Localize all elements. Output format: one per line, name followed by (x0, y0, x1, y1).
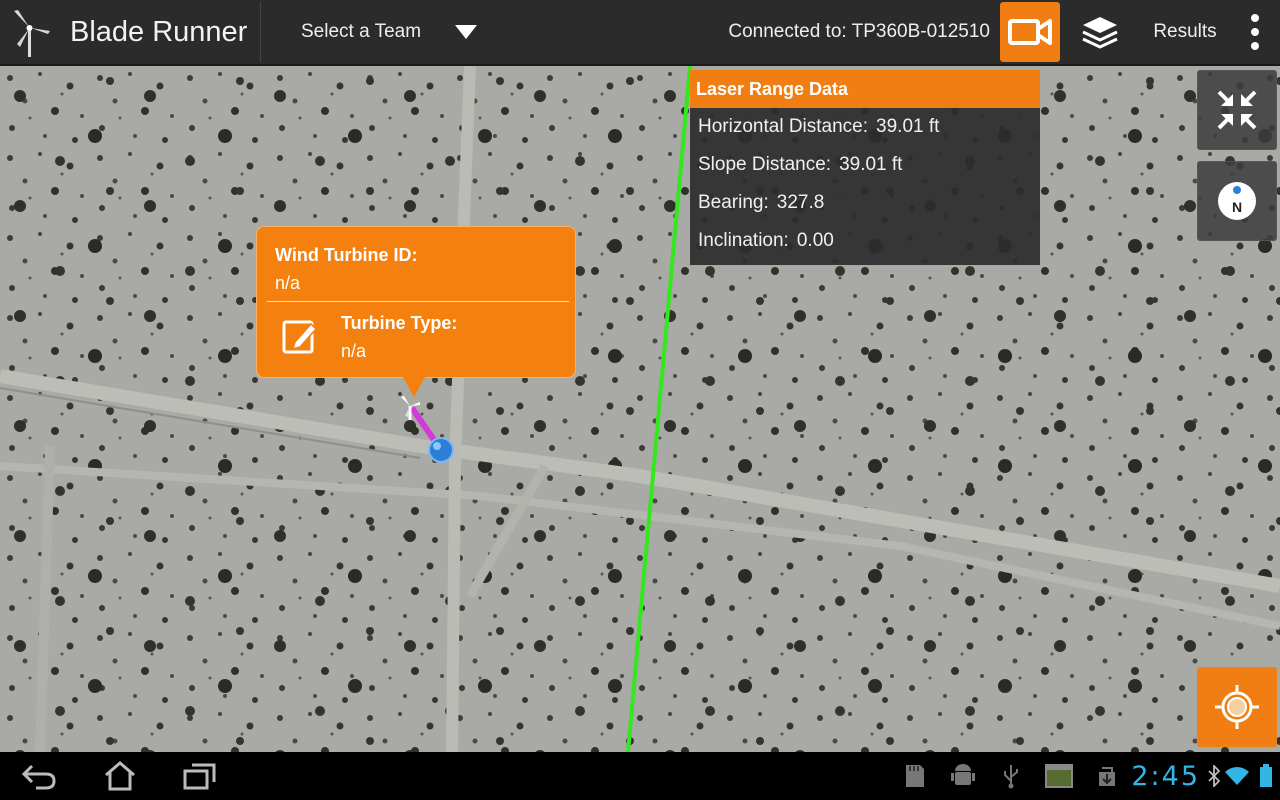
satellite-map[interactable]: Wind Turbine ID: n/a Turbine Type: n/a N (0, 66, 1280, 752)
layers-button[interactable] (1060, 0, 1140, 65)
row-label: Inclination: (698, 230, 789, 251)
laser-range-panel: Laser Range Data Horizontal Distance: 39… (690, 70, 1040, 265)
map-imagery (0, 66, 1280, 752)
sd-card-icon (891, 752, 939, 800)
back-icon[interactable] (0, 752, 80, 800)
turbine-type-label: Turbine Type: (341, 313, 458, 333)
video-camera-icon (1008, 19, 1052, 45)
android-debug-icon (939, 752, 987, 800)
row-label: Horizontal Distance: (698, 116, 869, 137)
popup-divider (267, 301, 569, 302)
system-bar: 2:45 (0, 752, 1280, 800)
inclination-row: Inclination: 0.00 (690, 222, 1040, 260)
home-icon[interactable] (80, 752, 160, 800)
row-value: 0.00 (796, 230, 834, 251)
my-location-button[interactable] (1197, 667, 1277, 747)
edit-icon[interactable] (279, 315, 323, 359)
connection-status: Connected to: TP360B-012510 (728, 21, 990, 42)
results-button[interactable]: Results (1140, 21, 1230, 43)
download-icon (1083, 752, 1131, 800)
wifi-icon (1222, 752, 1252, 800)
row-label: Slope Distance: (698, 154, 832, 175)
team-select-dropdown[interactable]: Select a Team (301, 21, 478, 43)
overflow-menu-icon[interactable] (1230, 0, 1280, 65)
app-title: Blade Runner (70, 15, 248, 48)
screenshot-icon (1035, 752, 1083, 800)
action-bar: Blade Runner Select a Team Connected to:… (0, 0, 1280, 66)
title-divider (260, 2, 261, 62)
collapse-icon (1217, 90, 1257, 130)
clock: 2:45 (1131, 760, 1200, 792)
row-value: 327.8 (776, 192, 825, 213)
turbine-type-value: n/a (341, 341, 367, 361)
compass-button[interactable]: N (1197, 161, 1277, 241)
team-select-label: Select a Team (301, 21, 422, 42)
compass-icon: N (1218, 182, 1256, 220)
horizontal-distance-row: Horizontal Distance: 39.01 ft (690, 108, 1040, 146)
popup-pointer (403, 377, 425, 397)
laser-device-button[interactable] (1000, 2, 1060, 62)
turbine-id-value: n/a (275, 273, 301, 293)
battery-icon (1252, 752, 1280, 800)
usb-icon (987, 752, 1035, 800)
wind-turbine-logo-icon[interactable] (0, 0, 60, 65)
row-value: 39.01 ft (876, 116, 940, 137)
collapse-map-button[interactable] (1197, 70, 1277, 150)
row-value: 39.01 ft (839, 154, 903, 175)
dropdown-caret-icon (455, 25, 478, 39)
turbine-id-label: Wind Turbine ID: (275, 245, 418, 265)
locate-icon (1215, 685, 1259, 729)
recent-apps-icon[interactable] (160, 752, 240, 800)
bearing-row: Bearing: 327.8 (690, 184, 1040, 222)
layers-icon (1082, 17, 1118, 49)
row-label: Bearing: (698, 192, 769, 213)
laser-panel-title: Laser Range Data (690, 70, 1040, 108)
slope-distance-row: Slope Distance: 39.01 ft (690, 146, 1040, 184)
compass-letter: N (1232, 199, 1242, 215)
bluetooth-icon (1206, 752, 1222, 800)
turbine-info-popup[interactable]: Wind Turbine ID: n/a Turbine Type: n/a (256, 226, 576, 397)
